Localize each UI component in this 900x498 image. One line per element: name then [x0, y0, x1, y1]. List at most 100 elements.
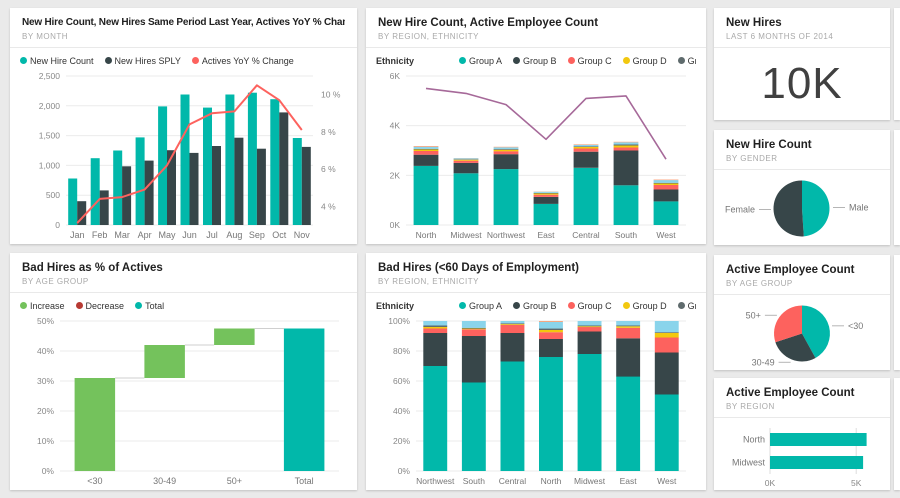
age-pie-chart[interactable]: <30 30-49 50+	[720, 297, 884, 368]
tile-subtitle: BY MONTH	[22, 32, 69, 41]
region-bar-chart[interactable]: 0K 5K North Midwest	[720, 420, 884, 488]
tile-header: Bad Hires (<60 Days of Employment) BY RE…	[366, 253, 706, 293]
svg-text:100%: 100%	[388, 316, 410, 326]
chart-legend: Increase Decrease Total	[20, 298, 347, 313]
gender-pie-chart[interactable]: Male Female	[720, 172, 884, 243]
svg-text:Central: Central	[572, 230, 600, 240]
legend-item: Group E	[677, 56, 696, 66]
svg-text:50+: 50+	[227, 476, 242, 486]
svg-text:East: East	[537, 230, 555, 240]
tile-title: New Hire Count	[726, 139, 812, 151]
waterfall-chart[interactable]: 0% 10% 20% 30% 40% 50% <30 30-49 50+ Total	[20, 313, 347, 487]
legend-item: Group E	[677, 301, 696, 311]
combo-chart[interactable]: 0 500 1,000 1,500 2,000 2,500 4 % 6 % 8 % 10 % Jan…	[20, 68, 347, 241]
legend-item: Group D	[622, 301, 667, 311]
legend-item: Group C	[567, 56, 612, 66]
svg-text:Total: Total	[295, 476, 314, 486]
svg-text:East: East	[620, 476, 638, 486]
svg-text:Male: Male	[849, 203, 869, 213]
legend-item: Decrease	[75, 301, 124, 311]
svg-text:2,500: 2,500	[39, 71, 61, 81]
svg-text:Nov: Nov	[294, 230, 311, 240]
tile-new-hires-by-month[interactable]: New Hire Count, New Hires Same Period La…	[10, 8, 357, 244]
legend-item: Increase	[20, 301, 65, 311]
tile-title: New Hire Count, New Hires Same Period La…	[22, 17, 345, 28]
legend-item: Group D	[622, 56, 667, 66]
svg-text:50+: 50+	[746, 310, 761, 320]
legend-item: Group B	[513, 301, 557, 311]
svg-text:Jun: Jun	[182, 230, 197, 240]
svg-text:Sep: Sep	[249, 230, 265, 240]
legend-item: Total	[135, 301, 164, 311]
legend-item: Actives YoY % Change	[191, 56, 294, 66]
tile-header: Active Employee Count BY AGE GROUP	[714, 255, 890, 295]
svg-text:5K: 5K	[851, 478, 862, 488]
tile-new-hire-active-by-region[interactable]: New Hire Count, Active Employee Count BY…	[366, 8, 706, 244]
svg-text:Midwest: Midwest	[574, 476, 606, 486]
svg-text:May: May	[159, 230, 177, 240]
svg-text:30-49: 30-49	[153, 476, 176, 486]
svg-text:40%: 40%	[393, 406, 410, 416]
svg-text:0%: 0%	[398, 466, 411, 476]
svg-text:Female: Female	[725, 204, 755, 214]
svg-text:Central: Central	[499, 476, 527, 486]
tile-subtitle: LAST 6 MONTHS OF 2014	[726, 32, 834, 41]
svg-text:20%: 20%	[37, 406, 54, 416]
svg-text:500: 500	[46, 190, 60, 200]
svg-text:50%: 50%	[37, 316, 54, 326]
svg-text:Aug: Aug	[226, 230, 242, 240]
svg-text:Northwest: Northwest	[416, 476, 455, 486]
tile-title: Bad Hires as % of Actives	[22, 262, 163, 274]
tile-subtitle: BY REGION, ETHNICITY	[378, 277, 479, 286]
svg-text:North: North	[416, 230, 437, 240]
svg-text:40%: 40%	[37, 346, 54, 356]
svg-text:80%: 80%	[393, 346, 410, 356]
tile-bad-hires-by-region[interactable]: Bad Hires (<60 Days of Employment) BY RE…	[366, 253, 706, 490]
legend-title: Ethnicity	[376, 300, 415, 311]
chart-legend: Ethnicity Group A Group B Group C Group D Gro…	[376, 298, 696, 313]
tile-header: New Hire Count, New Hires Same Period La…	[10, 8, 357, 48]
svg-text:10%: 10%	[37, 436, 54, 446]
svg-text:Midwest: Midwest	[732, 458, 766, 468]
svg-text:South: South	[615, 230, 637, 240]
chart-legend: New Hire Count New Hires SPLY Actives YoY …	[20, 53, 347, 68]
cropped-tile-edge	[894, 255, 900, 370]
legend-item: Group B	[513, 56, 557, 66]
svg-text:Jul: Jul	[206, 230, 218, 240]
stacked-column-line-chart[interactable]: 0K 2K 4K 6K North Midwest Northwest East Central…	[376, 68, 696, 241]
svg-text:30%: 30%	[37, 376, 54, 386]
svg-text:20%: 20%	[393, 436, 410, 446]
tile-header: Bad Hires as % of Actives BY AGE GROUP	[10, 253, 357, 293]
svg-text:60%: 60%	[393, 376, 410, 386]
tile-header: New Hires LAST 6 MONTHS OF 2014	[714, 8, 890, 48]
tile-bad-hires-waterfall[interactable]: Bad Hires as % of Actives BY AGE GROUP I…	[10, 253, 357, 490]
tile-active-by-age[interactable]: Active Employee Count BY AGE GROUP <30 30…	[714, 255, 890, 370]
svg-text:Northwest: Northwest	[487, 230, 526, 240]
svg-text:<30: <30	[87, 476, 102, 486]
svg-text:South: South	[463, 476, 485, 486]
tile-new-hire-by-gender[interactable]: New Hire Count BY GENDER Male Female	[714, 130, 890, 245]
tile-subtitle: BY AGE GROUP	[726, 279, 793, 288]
tile-header: New Hire Count BY GENDER	[714, 130, 890, 170]
svg-text:West: West	[656, 230, 676, 240]
svg-text:2K: 2K	[390, 170, 401, 180]
legend-item: Group A	[459, 301, 502, 311]
tile-header: New Hire Count, Active Employee Count BY…	[366, 8, 706, 48]
svg-text:Mar: Mar	[114, 230, 130, 240]
legend-item: Group C	[567, 301, 612, 311]
tile-title: Active Employee Count	[726, 387, 855, 399]
svg-text:10 %: 10 %	[321, 90, 341, 100]
svg-text:West: West	[657, 476, 677, 486]
tile-active-by-region[interactable]: Active Employee Count BY REGION 0K 5K Nort…	[714, 378, 890, 490]
svg-text:Oct: Oct	[272, 230, 287, 240]
tile-subtitle: BY REGION	[726, 402, 775, 411]
svg-text:Feb: Feb	[92, 230, 108, 240]
legend-item: New Hires SPLY	[104, 56, 181, 66]
tile-new-hires-kpi[interactable]: New Hires LAST 6 MONTHS OF 2014 10K	[714, 8, 890, 120]
cropped-tile-edge	[894, 378, 900, 490]
tile-title: New Hires	[726, 17, 782, 29]
svg-text:North: North	[743, 435, 765, 445]
stacked-100-chart[interactable]: 0% 20% 40% 60% 80% 100% Northwest South Central N…	[376, 313, 696, 487]
svg-text:0%: 0%	[42, 466, 55, 476]
legend-item: New Hire Count	[20, 56, 94, 66]
